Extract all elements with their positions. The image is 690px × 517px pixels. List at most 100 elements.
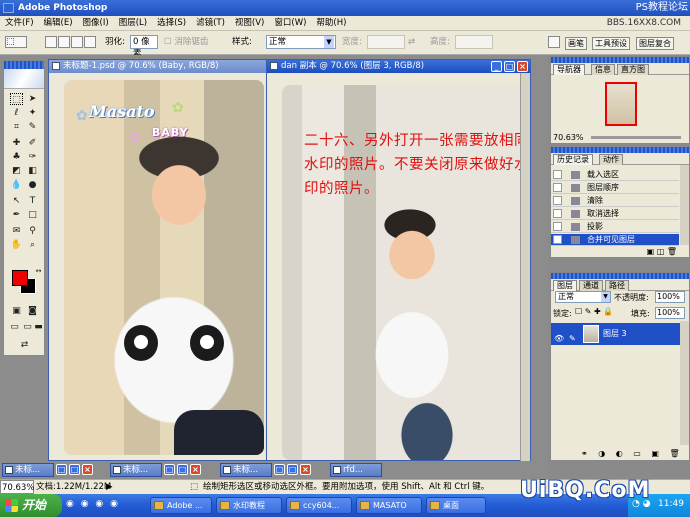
history-brush-icon[interactable]: ✑ — [26, 151, 39, 163]
menu-select[interactable]: 选择(S) — [152, 16, 191, 31]
tab-layers[interactable]: 图层 — [553, 280, 577, 291]
brush-tool-icon[interactable]: ✐ — [26, 137, 39, 149]
clone-stamp-icon[interactable]: ♣ — [10, 151, 23, 163]
quick-launch-icons[interactable]: ◉ ◉ ◉ ◉ — [66, 499, 120, 509]
dodge-tool-icon[interactable]: ● — [26, 179, 39, 191]
menu-help[interactable]: 帮助(H) — [311, 16, 351, 31]
palette-well-icon[interactable] — [548, 36, 560, 48]
opacity-input[interactable]: 100% — [655, 291, 685, 303]
baby-photo-1[interactable]: Masato BABY ✿ ✿ ✿ — [64, 80, 264, 455]
history-checkbox[interactable] — [553, 196, 562, 205]
hand-tool-icon[interactable]: ✋ — [10, 239, 23, 251]
restore-button[interactable]: □ — [56, 464, 67, 475]
tab-actions[interactable]: 动作 — [599, 154, 623, 165]
subtract-selection-button[interactable] — [71, 36, 83, 48]
eye-icon[interactable]: 👁 — [554, 328, 564, 350]
minimized-doc-tab[interactable]: 未标... — [2, 463, 54, 477]
history-actions-icons[interactable]: ▣ ◫ 🗑 — [647, 247, 677, 256]
standard-mode-icon[interactable]: ▣ — [10, 305, 23, 317]
screen-mode-standard-icon[interactable]: ▭ — [8, 321, 21, 333]
layer-row-selected[interactable]: 👁 ✎ 图层 3 — [551, 323, 681, 345]
path-select-icon[interactable]: ↖ — [10, 195, 23, 207]
close-button[interactable]: × — [517, 61, 528, 72]
history-item[interactable]: 清除 — [551, 195, 679, 207]
swap-icon[interactable]: ⇄ — [408, 36, 415, 48]
history-scrollbar[interactable] — [680, 165, 689, 245]
document-window-2[interactable]: dan 副本 @ 70.6% (图层 3, RGB/8) _ □ × 二十六、另… — [266, 59, 531, 461]
history-checkbox[interactable] — [553, 170, 562, 179]
baby-photo-2[interactable]: 二十六、另外打开一张需要放相同水印的照片。不要关闭原来做好水印的照片。 — [282, 85, 530, 460]
restore-button[interactable]: □ — [164, 464, 175, 475]
crop-tool-icon[interactable]: ⌗ — [10, 121, 23, 133]
taskbar-item[interactable]: 水印教程 — [216, 497, 282, 514]
tab-tool-presets[interactable]: 工具预设 — [592, 37, 630, 50]
clock[interactable]: 11:49 — [658, 499, 684, 509]
history-checkbox[interactable] — [553, 235, 562, 244]
close-button[interactable]: × — [82, 464, 93, 475]
shape-tool-icon[interactable]: □ — [26, 209, 39, 221]
document-1-title-bar[interactable]: 未标题-1.psd @ 70.6% (Baby, RGB/8) — [49, 60, 269, 73]
slice-tool-icon[interactable]: ✎ — [26, 121, 39, 133]
minimize-button[interactable]: _ — [491, 61, 502, 72]
start-button[interactable]: 开始 — [0, 494, 62, 517]
history-checkbox[interactable] — [553, 222, 562, 231]
navigator-thumbnail[interactable] — [605, 82, 637, 126]
history-item[interactable]: 图层顺序 — [551, 182, 679, 194]
tab-channels[interactable]: 通道 — [579, 280, 603, 291]
tab-histogram[interactable]: 直方图 — [617, 64, 649, 75]
lock-icons[interactable]: ☐ ✎ ✚ 🔒 — [575, 307, 613, 316]
maximize-button[interactable]: □ — [177, 464, 188, 475]
zoom-slider[interactable] — [591, 136, 681, 139]
tab-info[interactable]: 信息 — [591, 64, 615, 75]
history-item-selected[interactable]: 合并可见图层 — [551, 234, 679, 246]
magic-wand-icon[interactable]: ✦ — [26, 107, 39, 119]
minimized-doc-tab[interactable]: 未标... — [110, 463, 162, 477]
eraser-tool-icon[interactable]: ◩ — [10, 165, 23, 177]
history-checkbox[interactable] — [553, 209, 562, 218]
close-button[interactable]: × — [190, 464, 201, 475]
gradient-tool-icon[interactable]: ◧ — [26, 165, 39, 177]
minimized-doc-tab[interactable]: 未标... — [220, 463, 272, 477]
history-checkbox[interactable] — [553, 183, 562, 192]
close-button[interactable]: × — [300, 464, 311, 475]
feather-input[interactable]: 0 像素 — [130, 35, 158, 59]
tab-paths[interactable]: 路径 — [605, 280, 629, 291]
eyedropper-icon[interactable]: ⚲ — [26, 225, 39, 237]
document-2-title-bar[interactable]: dan 副本 @ 70.6% (图层 3, RGB/8) _ □ × — [267, 60, 530, 73]
taskbar-item[interactable]: Adobe ... — [150, 497, 212, 514]
tool-preset-picker[interactable]: ⬚ — [5, 36, 27, 48]
width-input[interactable] — [367, 35, 405, 49]
menu-view[interactable]: 视图(V) — [230, 16, 269, 31]
history-item[interactable]: 载入选区 — [551, 169, 679, 181]
quick-mask-icon[interactable]: ◙ — [26, 305, 39, 317]
add-selection-button[interactable] — [58, 36, 70, 48]
height-input[interactable] — [455, 35, 493, 49]
healing-brush-icon[interactable]: ✚ — [10, 137, 23, 149]
taskbar-item[interactable]: 桌面 — [426, 497, 486, 514]
type-tool-icon[interactable]: T — [26, 195, 39, 207]
blur-tool-icon[interactable]: 💧 — [10, 179, 23, 191]
fill-input[interactable]: 100% — [655, 307, 685, 319]
maximize-button[interactable]: □ — [69, 464, 80, 475]
history-item[interactable]: 取消选择 — [551, 208, 679, 220]
menu-filter[interactable]: 滤镜(T) — [191, 16, 230, 31]
vertical-scrollbar[interactable] — [520, 73, 530, 461]
menu-layer[interactable]: 图层(L) — [114, 16, 152, 31]
pen-tool-icon[interactable]: ✒ — [10, 209, 23, 221]
maximize-button[interactable]: □ — [287, 464, 298, 475]
restore-button[interactable]: □ — [274, 464, 285, 475]
lasso-tool-icon[interactable]: ℓ — [10, 107, 23, 119]
style-select[interactable]: 正常 ▼ — [266, 35, 336, 49]
tab-navigator[interactable]: 导航器 — [553, 64, 585, 75]
antialias-checkbox[interactable]: ☐ 消除锯齿 — [164, 36, 208, 48]
zoom-tool-icon[interactable]: ⌕ — [26, 239, 39, 251]
toolbox-grip[interactable] — [4, 61, 44, 69]
taskbar-item[interactable]: ccy604... — [286, 497, 352, 514]
foreground-color-swatch[interactable] — [12, 270, 28, 286]
swap-colors-icon[interactable]: ↔ — [32, 265, 45, 277]
tab-layer-comps[interactable]: 图层复合 — [636, 37, 674, 50]
notes-tool-icon[interactable]: ✉ — [10, 225, 23, 237]
document-window-1[interactable]: 未标题-1.psd @ 70.6% (Baby, RGB/8) Masato B… — [48, 59, 270, 461]
status-zoom[interactable]: 70.63% — [0, 480, 34, 494]
history-item[interactable]: 投影 — [551, 221, 679, 233]
